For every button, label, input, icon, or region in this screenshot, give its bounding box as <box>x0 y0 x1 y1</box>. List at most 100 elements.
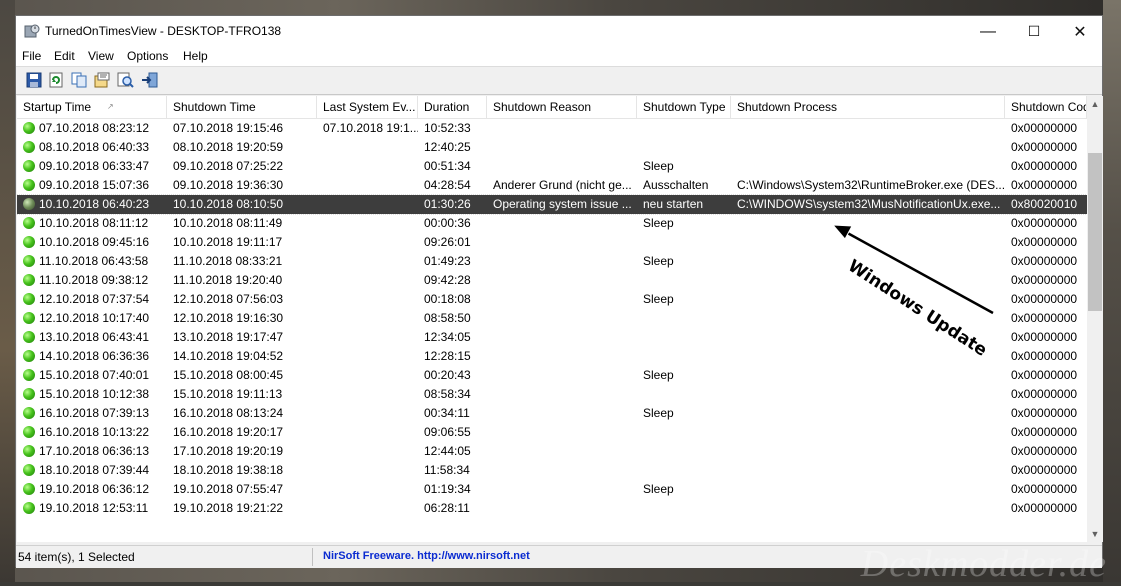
cell-shutdown-code: 0x00000000 <box>1011 159 1078 173</box>
vertical-scrollbar[interactable]: ▲ ▼ <box>1087 96 1103 542</box>
cell-shutdown-type: Ausschalten <box>643 178 709 192</box>
cell-shutdown-code: 0x00000000 <box>1011 254 1078 268</box>
cell-shutdown-time: 07.10.2018 19:15:46 <box>173 121 284 135</box>
cell-duration: 12:28:15 <box>424 349 471 363</box>
menu-options[interactable]: Options <box>127 49 168 63</box>
cell-shutdown-reason: Operating system issue ... <box>493 197 632 211</box>
cell-duration: 09:26:01 <box>424 235 471 249</box>
table-row[interactable]: 15.10.2018 10:12:38 15.10.2018 19:11:13 08… <box>17 385 1087 404</box>
column-header-shutdown-code[interactable]: Shutdown Cod <box>1005 96 1087 118</box>
table-row[interactable]: 09.10.2018 06:33:47 09.10.2018 07:25:22 00… <box>17 157 1087 176</box>
scroll-up-icon[interactable]: ▲ <box>1087 96 1103 112</box>
cell-startup-time: 14.10.2018 06:36:36 <box>39 349 150 363</box>
table-row[interactable]: 09.10.2018 15:07:36 09.10.2018 19:36:30 04… <box>17 176 1087 195</box>
table-row[interactable]: 19.10.2018 12:53:11 19.10.2018 19:21:22 06… <box>17 499 1087 518</box>
cell-shutdown-code: 0x00000000 <box>1011 235 1078 249</box>
status-item-count: 54 item(s), 1 Selected <box>18 550 135 564</box>
cell-shutdown-code: 0x00000000 <box>1011 292 1078 306</box>
cell-duration: 11:58:34 <box>424 463 470 477</box>
table-row[interactable]: 19.10.2018 06:36:12 19.10.2018 07:55:47 01… <box>17 480 1087 499</box>
cell-shutdown-time: 16.10.2018 19:20:17 <box>173 425 284 439</box>
cell-shutdown-time: 17.10.2018 19:20:19 <box>173 444 284 458</box>
cell-startup-time: 19.10.2018 12:53:11 <box>39 501 149 515</box>
cell-startup-time: 19.10.2018 06:36:12 <box>39 482 150 496</box>
copy-icon[interactable] <box>70 71 88 89</box>
toolbar <box>16 67 1102 95</box>
table-row[interactable]: 11.10.2018 09:38:12 11.10.2018 19:20:40 09… <box>17 271 1087 290</box>
cell-shutdown-code: 0x00000000 <box>1011 349 1078 363</box>
cell-shutdown-time: 09.10.2018 07:25:22 <box>173 159 284 173</box>
cell-startup-time: 09.10.2018 15:07:36 <box>39 178 150 192</box>
cell-shutdown-time: 13.10.2018 19:17:47 <box>173 330 284 344</box>
cell-shutdown-code: 0x00000000 <box>1011 444 1078 458</box>
table-row[interactable]: 16.10.2018 10:13:22 16.10.2018 19:20:17 09… <box>17 423 1087 442</box>
cell-shutdown-code: 0x00000000 <box>1011 121 1078 135</box>
cell-startup-time: 11.10.2018 09:38:12 <box>39 273 149 287</box>
menu-help[interactable]: Help <box>183 49 208 63</box>
properties-icon[interactable] <box>93 71 111 89</box>
column-header-shutdown-type[interactable]: Shutdown Type <box>637 96 731 118</box>
cell-duration: 10:52:33 <box>424 121 471 135</box>
column-header-shutdown-time[interactable]: Shutdown Time <box>167 96 317 118</box>
table-row[interactable]: 11.10.2018 06:43:58 11.10.2018 08:33:21 01… <box>17 252 1087 271</box>
column-header-startup-time[interactable]: Startup Time ↗ <box>17 96 167 118</box>
table-row[interactable]: 10.10.2018 09:45:16 10.10.2018 19:11:17 09… <box>17 233 1087 252</box>
cell-duration: 12:34:05 <box>424 330 471 344</box>
cell-shutdown-code: 0x00000000 <box>1011 330 1078 344</box>
cell-shutdown-type: Sleep <box>643 254 674 268</box>
cell-startup-time: 17.10.2018 06:36:13 <box>39 444 150 458</box>
scroll-thumb[interactable] <box>1088 153 1102 311</box>
maximize-button[interactable]: ☐ <box>1011 16 1057 47</box>
column-header-shutdown-process[interactable]: Shutdown Process <box>731 96 1005 118</box>
desktop-background-left <box>0 0 15 582</box>
table-row[interactable]: 07.10.2018 08:23:12 07.10.2018 19:15:46 07… <box>17 119 1087 138</box>
cell-shutdown-code: 0x00000000 <box>1011 140 1078 154</box>
cell-shutdown-time: 15.10.2018 08:00:45 <box>173 368 284 382</box>
column-header-last-system-event[interactable]: Last System Ev... <box>317 96 418 118</box>
menu-view[interactable]: View <box>88 49 114 63</box>
minimize-button[interactable]: — <box>965 16 1011 47</box>
exit-icon[interactable] <box>141 71 159 89</box>
cell-shutdown-code: 0x00000000 <box>1011 368 1078 382</box>
cell-duration: 08:58:50 <box>424 311 471 325</box>
column-header-duration[interactable]: Duration <box>418 96 487 118</box>
cell-shutdown-time: 08.10.2018 19:20:59 <box>173 140 284 154</box>
close-button[interactable]: ✕ <box>1057 16 1103 47</box>
cell-duration: 04:28:54 <box>424 178 471 192</box>
refresh-icon[interactable] <box>47 71 65 89</box>
menu-edit[interactable]: Edit <box>54 49 75 63</box>
cell-duration: 09:06:55 <box>424 425 471 439</box>
cell-shutdown-time: 19.10.2018 07:55:47 <box>173 482 284 496</box>
cell-shutdown-type: Sleep <box>643 368 674 382</box>
save-icon[interactable] <box>25 71 43 89</box>
table-row[interactable]: 17.10.2018 06:36:13 17.10.2018 19:20:19 12… <box>17 442 1087 461</box>
scroll-down-icon[interactable]: ▼ <box>1087 526 1103 542</box>
table-row[interactable]: 10.10.2018 06:40:23 10.10.2018 08:10:50 01… <box>17 194 1087 215</box>
cell-startup-time: 10.10.2018 09:45:16 <box>39 235 150 249</box>
nirsoft-link[interactable]: NirSoft Freeware. http://www.nirsoft.net <box>323 550 530 562</box>
column-header-shutdown-reason[interactable]: Shutdown Reason <box>487 96 637 118</box>
cell-shutdown-code: 0x80020010 <box>1011 197 1078 211</box>
table-row[interactable]: 15.10.2018 07:40:01 15.10.2018 08:00:45 00… <box>17 366 1087 385</box>
table-row[interactable]: 18.10.2018 07:39:44 18.10.2018 19:38:18 11… <box>17 461 1087 480</box>
table-row[interactable]: 16.10.2018 07:39:13 16.10.2018 08:13:24 00… <box>17 404 1087 423</box>
sort-arrow-icon: ↗ <box>107 102 114 111</box>
table-row[interactable]: 10.10.2018 08:11:12 10.10.2018 08:11:49 00… <box>17 214 1087 233</box>
cell-startup-time: 07.10.2018 08:23:12 <box>39 121 150 135</box>
status-divider <box>312 548 313 566</box>
cell-shutdown-type: Sleep <box>643 216 674 230</box>
table-row[interactable]: 13.10.2018 06:43:41 13.10.2018 19:17:47 12… <box>17 328 1087 347</box>
table-row[interactable]: 14.10.2018 06:36:36 14.10.2018 19:04:52 12… <box>17 347 1087 366</box>
find-icon[interactable] <box>116 71 134 89</box>
desktop-background-right <box>1103 0 1121 582</box>
cell-shutdown-code: 0x00000000 <box>1011 387 1078 401</box>
cell-shutdown-code: 0x00000000 <box>1011 501 1078 515</box>
cell-duration: 01:30:26 <box>424 197 471 211</box>
table-row[interactable]: 08.10.2018 06:40:33 08.10.2018 19:20:59 12… <box>17 138 1087 157</box>
cell-shutdown-process: C:\WINDOWS\system32\MusNotificationUx.ex… <box>737 197 1001 211</box>
cell-startup-time: 15.10.2018 07:40:01 <box>39 368 150 382</box>
cell-shutdown-code: 0x00000000 <box>1011 406 1078 420</box>
cell-shutdown-time: 18.10.2018 19:38:18 <box>173 463 284 477</box>
cell-duration: 09:42:28 <box>424 273 471 287</box>
menu-file[interactable]: File <box>22 49 41 63</box>
